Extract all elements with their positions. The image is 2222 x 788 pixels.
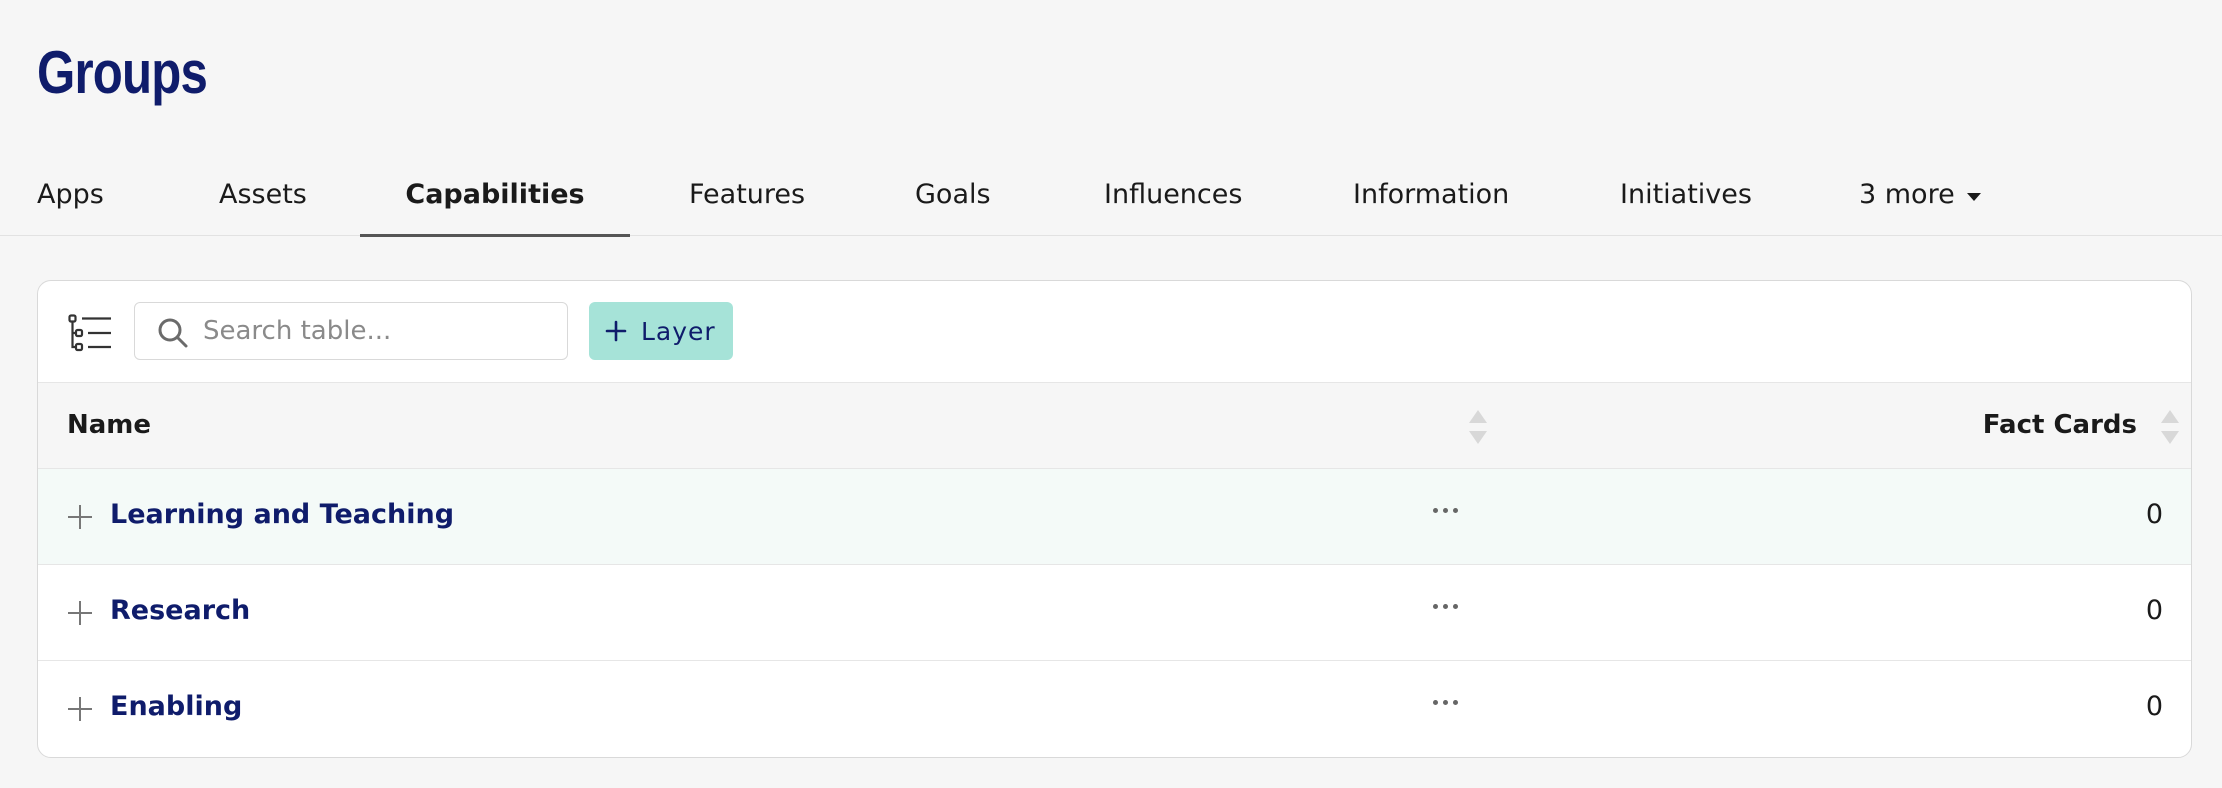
search-input[interactable] <box>203 303 553 359</box>
tab-features[interactable]: Features <box>689 164 805 236</box>
tab-more-dropdown[interactable]: 3 more <box>1859 164 1981 236</box>
column-header-name[interactable]: Name <box>67 410 151 440</box>
tab-goals[interactable]: Goals <box>915 164 991 236</box>
caret-down-icon <box>1966 193 1981 201</box>
row-fact-cards-count: 0 <box>2145 595 2163 626</box>
plus-icon <box>605 320 627 342</box>
page-title: Groups <box>37 39 208 106</box>
search-icon <box>158 318 188 348</box>
table-row[interactable]: Enabling 0 <box>38 661 2191 757</box>
sort-name-icon[interactable] <box>1469 410 1487 444</box>
table-row[interactable]: Research 0 <box>38 565 2191 661</box>
tab-bar: Apps Assets Capabilities Features Goals … <box>0 164 2222 237</box>
tree-list-icon[interactable] <box>68 314 112 352</box>
row-name-link[interactable]: Enabling <box>110 691 242 722</box>
more-actions-icon[interactable] <box>1420 591 1470 621</box>
expand-icon[interactable] <box>66 503 94 531</box>
more-actions-icon[interactable] <box>1420 495 1470 525</box>
table-toolbar: Layer <box>38 281 2191 383</box>
table-header: Name Fact Cards <box>38 383 2191 469</box>
row-name-link[interactable]: Research <box>110 595 250 626</box>
tab-information[interactable]: Information <box>1353 164 1509 236</box>
table-row[interactable]: Learning and Teaching 0 <box>38 469 2191 565</box>
tab-more-label: 3 more <box>1859 179 1955 210</box>
row-fact-cards-count: 0 <box>2145 499 2163 530</box>
expand-icon[interactable] <box>66 695 94 723</box>
tab-influences[interactable]: Influences <box>1104 164 1242 236</box>
tab-initiatives[interactable]: Initiatives <box>1620 164 1752 236</box>
search-box <box>134 302 568 360</box>
more-actions-icon[interactable] <box>1420 687 1470 717</box>
tab-apps[interactable]: Apps <box>37 164 104 236</box>
sort-fact-cards-icon[interactable] <box>2161 410 2179 444</box>
tab-capabilities[interactable]: Capabilities <box>360 164 630 237</box>
row-name-link[interactable]: Learning and Teaching <box>110 499 454 530</box>
column-header-fact-cards[interactable]: Fact Cards <box>1983 410 2137 440</box>
row-fact-cards-count: 0 <box>2145 691 2163 722</box>
tab-capabilities-label: Capabilities <box>405 179 585 210</box>
add-layer-button[interactable]: Layer <box>589 302 733 360</box>
tab-assets[interactable]: Assets <box>219 164 307 236</box>
add-layer-label: Layer <box>641 316 716 346</box>
capabilities-table-card: Layer Name Fact Cards Learning and Teach… <box>37 280 2192 758</box>
expand-icon[interactable] <box>66 599 94 627</box>
